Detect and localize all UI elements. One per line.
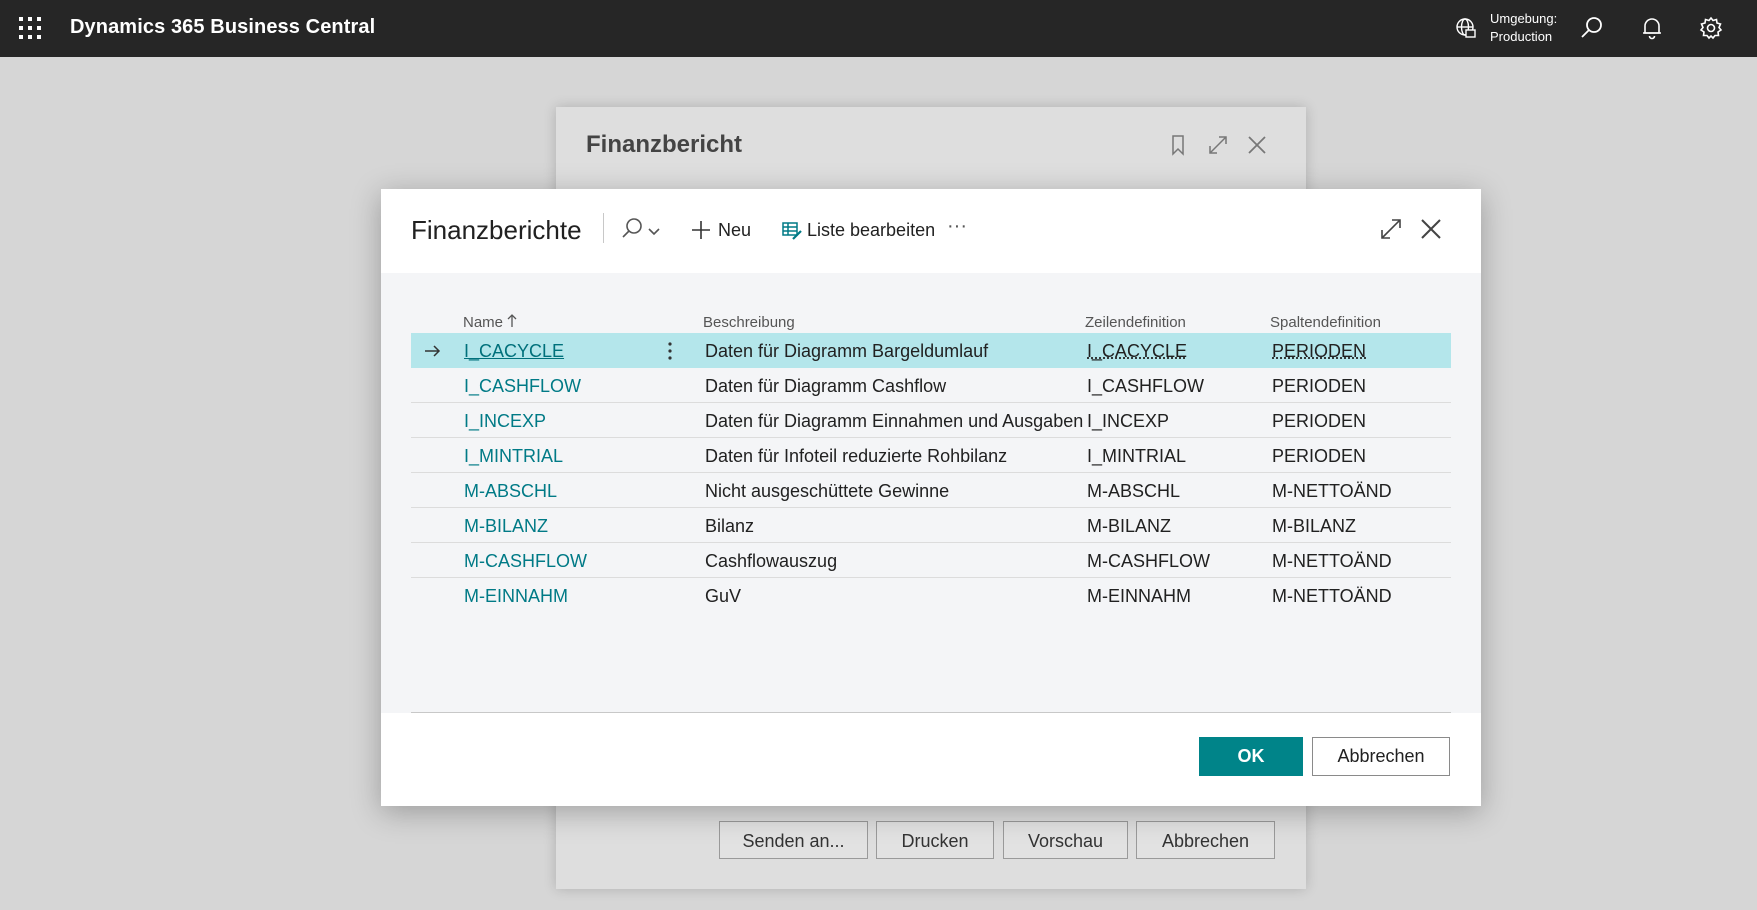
row-row-definition: I_INCEXP	[1087, 411, 1170, 431]
new-button[interactable]: Neu	[690, 215, 751, 245]
sort-ascending-icon	[507, 314, 517, 327]
search-button[interactable]	[619, 216, 669, 244]
cancel-button[interactable]: Abbrechen	[1312, 737, 1450, 776]
send-to-button: Senden an...	[719, 821, 868, 859]
row-row-definition: M-BILANZ	[1087, 516, 1172, 536]
more-options-icon[interactable]: ···	[947, 213, 975, 243]
table-row[interactable]: M-CASHFLOW Cashflowauszug M-CASHFLOW M-N…	[411, 543, 1451, 578]
row-column-definition: M-NETTOÄND	[1272, 551, 1392, 571]
ok-button[interactable]: OK	[1199, 737, 1303, 776]
close-icon[interactable]	[1417, 215, 1445, 243]
app-launcher-icon[interactable]	[19, 17, 41, 39]
table-row[interactable]: I_INCEXP Daten für Diagramm Einnahmen un…	[411, 403, 1451, 438]
environment-indicator[interactable]: Umgebung: Production	[1454, 10, 1557, 46]
row-name-link[interactable]: M-ABSCHL	[464, 481, 557, 502]
row-description: Nicht ausgeschüttete Gewinne	[705, 481, 950, 501]
row-name-link[interactable]: I_MINTRIAL	[464, 446, 563, 467]
expand-icon[interactable]	[1377, 215, 1405, 243]
edit-list-button[interactable]: Liste bearbeiten	[781, 215, 935, 245]
preview-button: Vorschau	[1003, 821, 1128, 859]
environment-value: Production	[1490, 29, 1553, 44]
edit-list-icon	[782, 222, 802, 240]
row-column-definition: PERIODEN	[1272, 376, 1367, 396]
row-row-definition[interactable]: I_CACYCLE	[1087, 341, 1187, 362]
column-header-name[interactable]: Name	[463, 314, 517, 331]
edit-list-label: Liste bearbeiten	[807, 219, 936, 240]
dialog-header: Finanzberichte Neu Liste bearbeiten ···	[381, 189, 1481, 273]
row-name-link[interactable]: M-BILANZ	[464, 516, 548, 537]
background-cancel-button: Abbrechen	[1136, 821, 1275, 859]
search-icon	[622, 218, 660, 238]
search-icon[interactable]	[1579, 15, 1605, 41]
table-row[interactable]: M-BILANZ Bilanz M-BILANZ M-BILANZ	[411, 508, 1451, 543]
notification-bell-icon[interactable]	[1639, 15, 1665, 41]
table-row[interactable]: I_CACYCLE Daten für Diagramm Bargeldumla…	[411, 333, 1451, 368]
row-actions-icon[interactable]	[663, 339, 677, 363]
row-name-link[interactable]: M-CASHFLOW	[464, 551, 587, 572]
row-description: Daten für Diagramm Einnahmen und Ausgabe…	[705, 411, 1084, 431]
row-column-definition[interactable]: PERIODEN	[1272, 341, 1366, 362]
column-header-description[interactable]: Beschreibung	[703, 314, 795, 331]
column-header-name-label: Name	[463, 314, 504, 331]
row-description: Daten für Infoteil reduzierte Rohbilanz	[705, 446, 1008, 466]
row-description: Daten für Diagramm Bargeldumlauf	[705, 341, 989, 361]
row-column-definition: M-BILANZ	[1272, 516, 1357, 536]
top-bar: Dynamics 365 Business Central Umgebung: …	[0, 0, 1757, 57]
settings-gear-icon[interactable]	[1698, 15, 1724, 41]
body-divider	[411, 712, 1451, 713]
row-name-link[interactable]: I_CACYCLE	[464, 341, 564, 362]
row-name-link[interactable]: M-EINNAHM	[464, 586, 568, 607]
row-column-definition: M-NETTOÄND	[1272, 481, 1392, 501]
environment-globe-icon	[1456, 18, 1476, 38]
app-title[interactable]: Dynamics 365 Business Central	[70, 16, 375, 39]
table-row[interactable]: I_MINTRIAL Daten für Infoteil reduzierte…	[411, 438, 1451, 473]
chevron-down-icon	[648, 228, 660, 236]
header-separator	[603, 213, 604, 243]
environment-label: Umgebung:	[1490, 11, 1558, 26]
row-row-definition: I_CASHFLOW	[1087, 376, 1205, 396]
row-row-definition: M-CASHFLOW	[1087, 551, 1210, 571]
close-icon	[1245, 133, 1269, 157]
row-name-link[interactable]: I_INCEXP	[464, 411, 546, 432]
expand-icon	[1206, 133, 1230, 157]
dialog-title: Finanzberichte	[411, 215, 582, 245]
table-row[interactable]: M-EINNAHM GuV M-EINNAHM M-NETTOÄND	[411, 578, 1451, 613]
row-description: Bilanz	[705, 516, 755, 536]
finanzberichte-dialog: Finanzberichte Neu Liste bearbeiten ··· …	[381, 189, 1481, 806]
column-header-row-definition[interactable]: Zeilendefinition	[1085, 314, 1186, 331]
row-column-definition: PERIODEN	[1272, 411, 1367, 431]
column-header-column-definition[interactable]: Spaltendefinition	[1270, 314, 1381, 331]
table-row[interactable]: I_CASHFLOW Daten für Diagramm Cashflow I…	[411, 368, 1451, 403]
environment-text: Umgebung: Production	[1490, 10, 1557, 46]
new-button-label: Neu	[718, 219, 752, 240]
dialog-body: Name Beschreibung Zeilendefinition Spalt…	[381, 273, 1481, 713]
row-row-definition: M-ABSCHL	[1087, 481, 1181, 501]
current-row-arrow-icon	[425, 345, 441, 357]
row-row-definition: M-EINNAHM	[1087, 586, 1191, 606]
row-column-definition: M-NETTOÄND	[1272, 586, 1392, 606]
table-row[interactable]: M-ABSCHL Nicht ausgeschüttete Gewinne M-…	[411, 473, 1451, 508]
print-button: Drucken	[876, 821, 994, 859]
row-description: Cashflowauszug	[705, 551, 838, 571]
row-description: Daten für Diagramm Cashflow	[705, 376, 947, 396]
row-row-definition: I_MINTRIAL	[1087, 446, 1187, 466]
row-column-definition: PERIODEN	[1272, 446, 1367, 466]
background-dialog-title: Finanzbericht	[586, 131, 743, 158]
row-description: GuV	[705, 586, 742, 606]
row-name-link[interactable]: I_CASHFLOW	[464, 376, 581, 397]
bookmark-icon	[1166, 133, 1190, 157]
plus-icon	[692, 221, 710, 239]
